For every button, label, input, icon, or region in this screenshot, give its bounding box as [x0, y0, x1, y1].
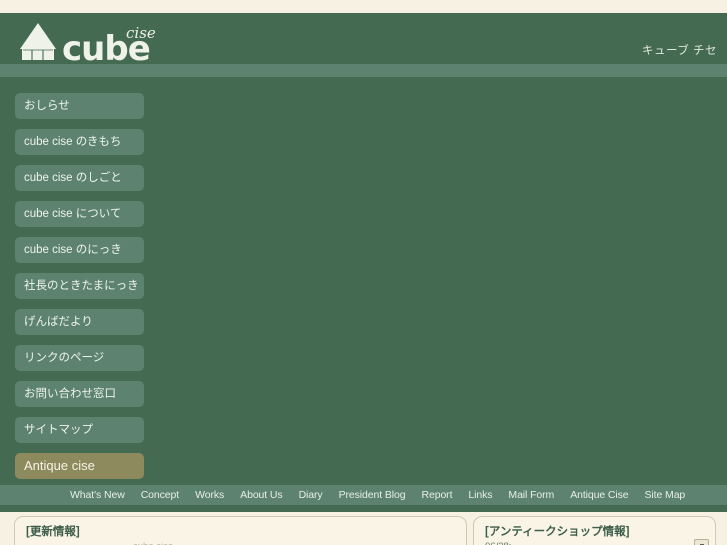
nav-link-site-map[interactable]: Site Map [645, 489, 686, 501]
panel-update-info: [更新情報] cube cise [14, 516, 467, 545]
site-logo[interactable]: cube cise [16, 19, 206, 63]
nav-link-about-us[interactable]: About Us [240, 489, 282, 501]
sidebar-item-antique-cise[interactable]: Antique cise [15, 453, 144, 479]
nav-link-works[interactable]: Works [195, 489, 224, 501]
sidebar-item-9[interactable]: サイトマップ [15, 417, 144, 443]
sidebar-item-8[interactable]: お問い合わせ窓口 [15, 381, 144, 407]
footer-navbar-links: What's New Concept Works About Us Diary … [70, 485, 685, 505]
content-panels: [更新情報] cube cise [アンティークショップ情報] 06/28: [0, 512, 727, 545]
panel-update-info-title: [更新情報] [26, 526, 80, 538]
panel-update-info-row: cube cise [133, 541, 173, 545]
panel-antique-shop-info-title: [アンティークショップ情報] [485, 526, 630, 538]
nav-link-whats-new[interactable]: What's New [70, 489, 125, 501]
nav-link-diary[interactable]: Diary [299, 489, 323, 501]
sidebar-item-4[interactable]: cube cise のにっき [15, 237, 144, 263]
sidebar-item-6[interactable]: げんばだより [15, 309, 144, 335]
site-header: cube cise キューブ チセ [0, 13, 727, 64]
sidebar-nav: おしらせ cube cise のきもち cube cise のしごと cube … [15, 93, 144, 489]
nav-link-links[interactable]: Links [468, 489, 492, 501]
page-root: cube cise キューブ チセ おしらせ cube cise のきもち cu… [0, 0, 727, 545]
house-logo-icon [20, 23, 56, 60]
scroll-down-icon[interactable] [694, 539, 709, 545]
panel-antique-shop-info: [アンティークショップ情報] 06/28: [473, 516, 716, 545]
sidebar-item-7[interactable]: リンクのページ [15, 345, 144, 371]
nav-link-antique-cise[interactable]: Antique Cise [570, 489, 628, 501]
header-title: キューブ チセ [641, 45, 717, 57]
top-cream-strip [0, 0, 727, 13]
sidebar-item-2[interactable]: cube cise のしごと [15, 165, 144, 191]
panel-antique-shop-info-row: 06/28: [485, 541, 511, 545]
nav-link-mail-form[interactable]: Mail Form [508, 489, 554, 501]
sidebar-item-3[interactable]: cube cise について [15, 201, 144, 227]
sidebar-item-5[interactable]: 社長のときたまにっき [15, 273, 144, 299]
header-accent-band [0, 64, 727, 77]
nav-link-president-blog[interactable]: President Blog [339, 489, 406, 501]
nav-link-concept[interactable]: Concept [141, 489, 180, 501]
nav-link-report[interactable]: Report [421, 489, 452, 501]
footer-navbar: What's New Concept Works About Us Diary … [0, 485, 727, 505]
navbar-under-strip [0, 505, 727, 512]
svg-text:cise: cise [126, 24, 156, 42]
sidebar-item-0[interactable]: おしらせ [15, 93, 144, 119]
sidebar-item-1[interactable]: cube cise のきもち [15, 129, 144, 155]
